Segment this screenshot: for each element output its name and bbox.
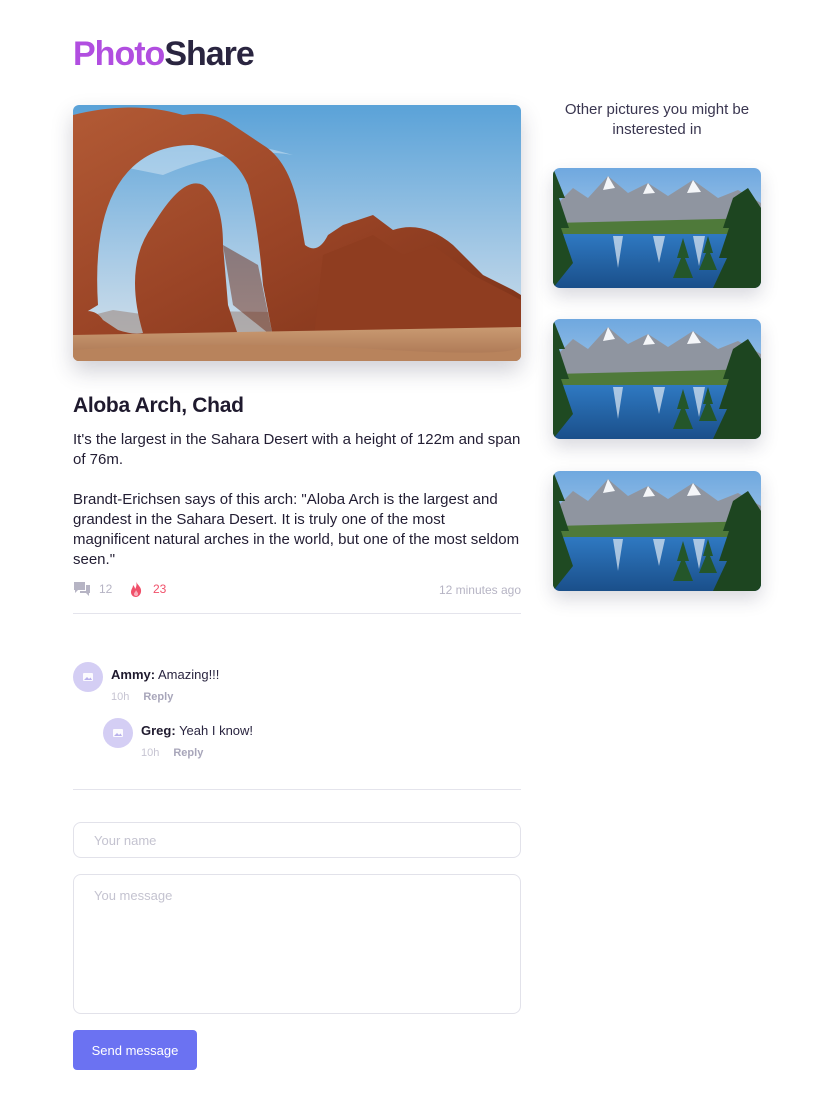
comment-author: Ammy: [111, 667, 156, 682]
comment-author: Greg: [141, 723, 176, 738]
avatar [73, 662, 103, 692]
name-input[interactable] [73, 822, 521, 858]
comment-time: 10h [141, 747, 160, 759]
likes-stat[interactable]: 23 [127, 580, 166, 598]
comment-text: Ammy: Amazing!!! [111, 667, 219, 682]
post-stats: 12 23 12 minutes ago [73, 580, 521, 600]
post-description: It's the largest in the Sahara Desert wi… [73, 430, 521, 570]
comments-stat[interactable]: 12 [73, 580, 112, 598]
comment-text: Greg: Yeah I know! [141, 723, 253, 738]
related-photo[interactable] [553, 471, 761, 591]
comments-count: 12 [99, 582, 113, 596]
main-photo[interactable] [73, 105, 521, 361]
flame-icon [127, 580, 145, 598]
divider [73, 613, 521, 614]
related-photo[interactable] [553, 319, 761, 439]
image-placeholder-icon [83, 673, 93, 681]
logo[interactable]: PhotoShare [73, 34, 255, 74]
comment-meta: 10h Reply [141, 747, 203, 759]
comment-body: Yeah I know! [179, 723, 254, 738]
comment-item: Ammy: Amazing!!! 10h Reply [73, 662, 513, 706]
sidebar-title: Other pictures you might be insterested … [564, 101, 750, 138]
post-timestamp: 12 minutes ago [438, 583, 521, 597]
main-photo-image [73, 105, 521, 361]
likes-count: 23 [153, 582, 167, 596]
message-input[interactable] [73, 874, 521, 1014]
divider [73, 789, 521, 790]
post-title: Aloba Arch, Chad [73, 394, 244, 417]
comment-item: Greg: Yeah I know! 10h Reply [103, 718, 513, 762]
logo-photo: Photo [73, 35, 165, 73]
comment-body: Amazing!!! [157, 667, 220, 682]
post-paragraph-2: Brandt-Erichsen says of this arch: "Alob… [73, 491, 520, 568]
related-photo-image [553, 471, 761, 591]
send-message-button[interactable]: Send message [73, 1030, 197, 1070]
avatar [103, 718, 133, 748]
reply-link[interactable]: Reply [173, 747, 203, 759]
reply-link[interactable]: Reply [143, 691, 173, 703]
comment-meta: 10h Reply [111, 691, 173, 703]
related-photo-image [553, 319, 761, 439]
comments-icon [73, 580, 91, 598]
related-photo-image [553, 168, 761, 288]
comment-time: 10h [111, 691, 130, 703]
image-placeholder-icon [113, 729, 123, 737]
logo-share: Share [164, 35, 254, 73]
related-photo[interactable] [553, 168, 761, 288]
post-paragraph-1: It's the largest in the Sahara Desert wi… [73, 431, 521, 468]
